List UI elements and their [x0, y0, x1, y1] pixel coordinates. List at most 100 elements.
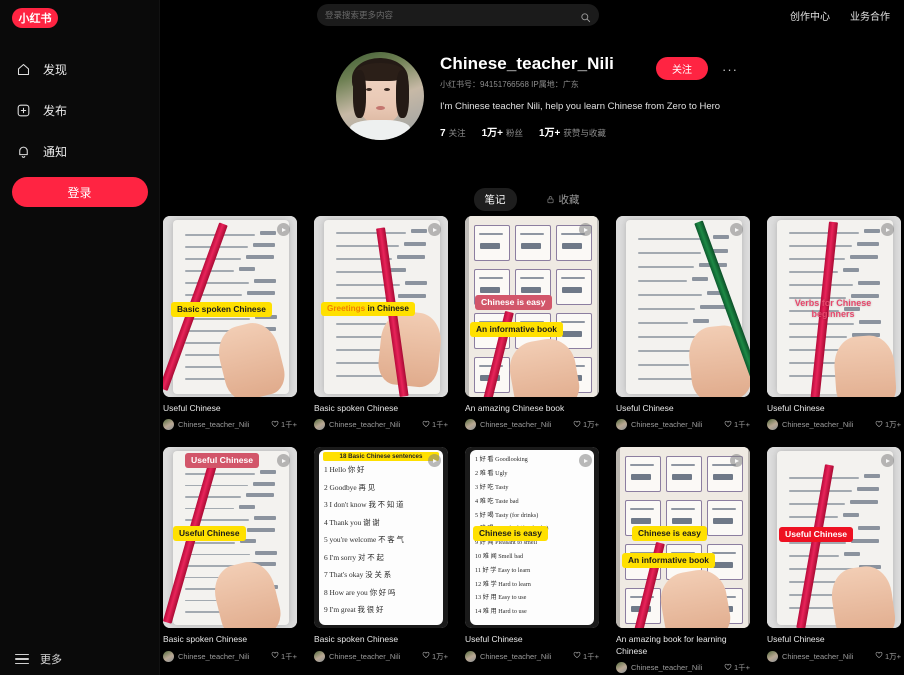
- author-avatar: [163, 419, 174, 431]
- search-bar[interactable]: [317, 4, 599, 26]
- stat-followers[interactable]: 1万+ 粉丝: [482, 124, 523, 139]
- stat-label: 关注: [448, 128, 466, 138]
- note-thumbnail[interactable]: Useful Chinese Useful Chinese: [163, 447, 297, 629]
- sidebar-item-label: 通知: [43, 144, 68, 159]
- note-likes[interactable]: 1千+: [271, 651, 297, 662]
- note-card[interactable]: Chinese is easy An informative book An am…: [465, 216, 599, 431]
- note-footer: Chinese_teacher_Nili 1万+: [767, 650, 901, 662]
- note-thumbnail[interactable]: Useful Chinese: [767, 447, 901, 629]
- tab-label: 收藏: [558, 194, 580, 206]
- play-icon[interactable]: [881, 223, 894, 236]
- note-card[interactable]: Verbs for Chinese beginners Useful Chine…: [767, 216, 901, 431]
- note-overlay-text: An informative book: [470, 322, 563, 337]
- note-thumbnail[interactable]: Chinese is easy An informative book: [616, 447, 750, 629]
- hamburger-icon: [15, 653, 29, 665]
- note-likes[interactable]: 1千+: [573, 651, 599, 662]
- note-likes[interactable]: 1千+: [271, 419, 297, 430]
- play-icon[interactable]: [277, 223, 290, 236]
- sidebar-item-notifications[interactable]: 通知: [0, 136, 159, 166]
- tab-collections[interactable]: 收藏: [535, 188, 591, 211]
- sidebar: 小红书 发现 发布 通知 登录 更多: [0, 0, 160, 675]
- note-overlay-text: Greetings in Chinese: [321, 302, 415, 317]
- home-icon: [15, 61, 31, 77]
- note-footer: Chinese_teacher_Nili 1万+: [767, 419, 901, 431]
- note-author[interactable]: Chinese_teacher_Nili: [163, 419, 249, 431]
- note-card[interactable]: Basic spoken Chinese Useful Chinese Chin…: [163, 216, 297, 431]
- note-likes[interactable]: 1千+: [724, 419, 750, 430]
- author-avatar: [767, 650, 778, 662]
- note-likes[interactable]: 1万+: [875, 419, 901, 430]
- sidebar-item-discover[interactable]: 发现: [0, 54, 159, 84]
- avatar-art: [376, 106, 385, 110]
- author-avatar: [616, 662, 627, 674]
- play-icon[interactable]: [579, 223, 592, 236]
- avatar[interactable]: [336, 52, 424, 140]
- note-likes[interactable]: 1千+: [724, 662, 750, 673]
- note-author[interactable]: Chinese_teacher_Nili: [616, 662, 702, 674]
- stat-following[interactable]: 7 关注: [440, 127, 466, 139]
- brand-logo[interactable]: 小红书: [12, 8, 58, 28]
- lock-icon: [546, 195, 555, 204]
- business-cooperation-link[interactable]: 业务合作: [850, 8, 890, 23]
- note-card[interactable]: Useful Chinese Useful Chinese Chinese_te…: [767, 447, 901, 673]
- note-thumbnail[interactable]: 1 好 看 Goodlooking 2 难 看 Ugly 3 好 吃 Tasty 4 …: [465, 447, 599, 629]
- search-icon[interactable]: [580, 10, 591, 22]
- page-title: Chinese_teacher_Nili: [440, 54, 614, 73]
- note-card[interactable]: Useful Chinese Useful Chinese Basic spoke…: [163, 447, 297, 673]
- note-likes[interactable]: 1万+: [875, 651, 901, 662]
- author-name: Chinese_teacher_Nili: [782, 420, 854, 430]
- note-overlay-text: Chinese is easy: [632, 526, 707, 541]
- sidebar-item-publish[interactable]: 发布: [0, 95, 159, 125]
- play-icon[interactable]: [730, 223, 743, 236]
- publish-icon: [15, 102, 31, 118]
- note-title: Basic spoken Chinese: [314, 634, 399, 645]
- sidebar-more-button[interactable]: 更多: [15, 651, 62, 667]
- play-icon[interactable]: [428, 223, 441, 236]
- note-card[interactable]: 1 好 看 Goodlooking 2 难 看 Ugly 3 好 吃 Tasty 4 …: [465, 447, 599, 673]
- like-count: 1万+: [431, 651, 448, 661]
- note-card[interactable]: Chinese is easy An informative book An am…: [616, 447, 750, 674]
- stat-likes-collections[interactable]: 1万+ 获赞与收藏: [539, 124, 606, 139]
- note-author[interactable]: Chinese_teacher_Nili: [314, 419, 400, 431]
- follow-button[interactable]: 关注: [656, 57, 708, 80]
- note-author[interactable]: Chinese_teacher_Nili: [465, 650, 551, 662]
- note-card[interactable]: Greetings in Chinese Basic spoken Chines…: [314, 216, 448, 431]
- search-input[interactable]: [325, 10, 580, 20]
- profile-more-icon[interactable]: ···: [722, 62, 738, 77]
- note-likes[interactable]: 1万+: [422, 651, 448, 662]
- top-bar: 创作中心 业务合作: [160, 0, 904, 30]
- author-avatar: [465, 650, 476, 662]
- note-thumbnail[interactable]: Basic spoken Chinese: [163, 216, 297, 397]
- note-thumbnail[interactable]: [616, 216, 750, 397]
- author-avatar: [163, 650, 174, 662]
- note-author[interactable]: Chinese_teacher_Nili: [163, 650, 249, 662]
- note-thumbnail[interactable]: Greetings in Chinese: [314, 216, 448, 397]
- heart-icon: [573, 420, 581, 430]
- heart-icon: [422, 420, 430, 430]
- note-author[interactable]: Chinese_teacher_Nili: [767, 650, 853, 662]
- author-avatar: [767, 419, 778, 431]
- avatar-art: [366, 88, 372, 91]
- note-author[interactable]: Chinese_teacher_Nili: [465, 419, 551, 431]
- note-author[interactable]: Chinese_teacher_Nili: [314, 650, 400, 662]
- note-overlay-text: An informative book: [622, 553, 715, 568]
- note-author[interactable]: Chinese_teacher_Nili: [767, 419, 854, 431]
- note-footer: Chinese_teacher_Nili 1千+: [616, 419, 750, 431]
- note-author[interactable]: Chinese_teacher_Nili: [616, 419, 702, 431]
- note-thumbnail[interactable]: Chinese is easy An informative book: [465, 216, 599, 397]
- like-count: 1万+: [582, 420, 599, 430]
- tab-notes[interactable]: 笔记: [473, 188, 517, 211]
- creator-center-link[interactable]: 创作中心: [790, 8, 830, 23]
- note-overlay-text: Useful Chinese: [779, 527, 854, 543]
- note-card[interactable]: Useful Chinese Chinese_teacher_Nili 1千+: [616, 216, 750, 431]
- note-thumbnail[interactable]: Verbs for Chinese beginners: [767, 216, 901, 397]
- note-overlay-text: Chinese is easy: [475, 295, 552, 310]
- note-thumbnail[interactable]: 18 Basic Chinese sentences 1 Hello 你 好2 G…: [314, 447, 448, 629]
- note-likes[interactable]: 1万+: [573, 419, 599, 430]
- note-card[interactable]: 18 Basic Chinese sentences 1 Hello 你 好2 G…: [314, 447, 448, 673]
- author-avatar: [314, 419, 325, 431]
- heart-icon: [724, 663, 732, 673]
- note-title: Useful Chinese: [767, 403, 825, 413]
- note-likes[interactable]: 1千+: [422, 419, 448, 430]
- note-overlay-text: Verbs for Chinese beginners: [794, 298, 872, 320]
